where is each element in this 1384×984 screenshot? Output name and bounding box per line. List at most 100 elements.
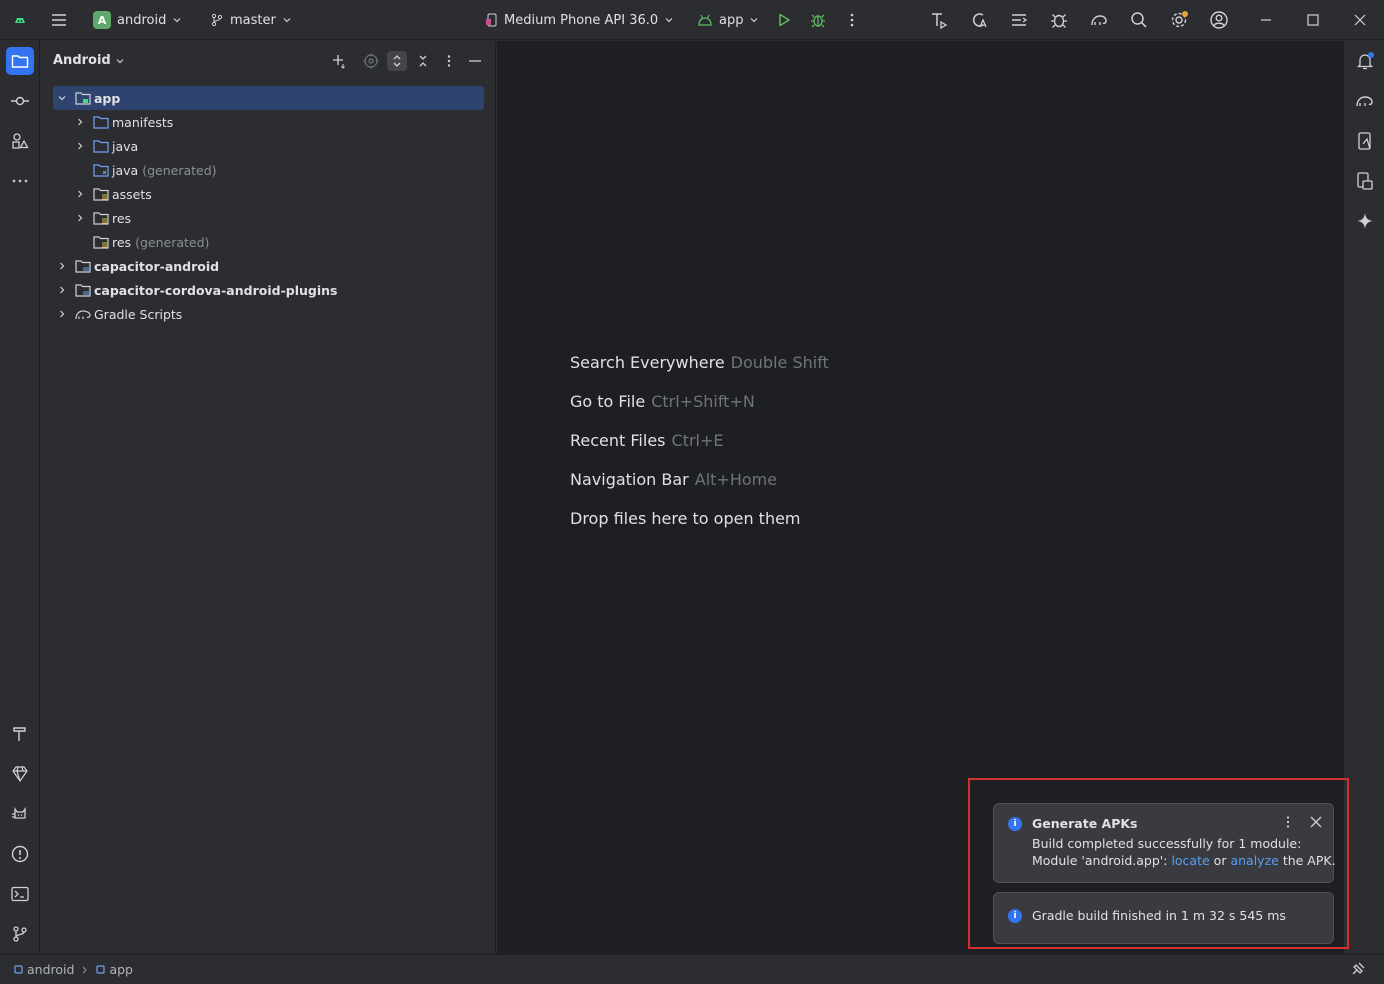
problems-tool-button[interactable] xyxy=(6,840,34,868)
run-icon[interactable] xyxy=(772,8,796,32)
hint-recent-files: Recent Files Ctrl+E xyxy=(570,431,723,450)
project-badge: A xyxy=(93,11,111,29)
profiler-icon[interactable] xyxy=(1047,8,1071,32)
terminal-tool-button[interactable] xyxy=(6,880,34,908)
chevron-right-icon[interactable] xyxy=(72,186,88,202)
settings-gear-icon[interactable] xyxy=(1167,8,1191,32)
gemini-ai-tool-button[interactable] xyxy=(1352,208,1378,234)
tree-item-res[interactable]: res xyxy=(53,206,484,230)
commit-tool-button[interactable] xyxy=(6,87,34,115)
run-config-selector[interactable]: app xyxy=(697,0,759,40)
search-icon[interactable] xyxy=(1127,8,1151,32)
build-icon[interactable] xyxy=(927,8,951,32)
project-view-selector[interactable]: Android xyxy=(53,53,125,68)
close-window-icon[interactable] xyxy=(1348,8,1372,32)
chevron-right-icon[interactable] xyxy=(54,306,70,322)
module-folder-icon xyxy=(74,90,92,106)
tree-item-capacitor-android[interactable]: capacitor-android xyxy=(53,254,484,278)
right-tool-strip xyxy=(1343,41,1384,954)
running-devices-icon xyxy=(1357,172,1373,190)
minimize-icon[interactable] xyxy=(1254,8,1278,32)
resource-manager-tool-button[interactable] xyxy=(6,127,34,155)
sync-project-icon[interactable] xyxy=(1007,8,1031,32)
logcat-tool-button[interactable] xyxy=(6,800,34,828)
maximize-icon[interactable] xyxy=(1301,8,1325,32)
tree-label: Gradle Scripts xyxy=(94,306,183,322)
tree-item-gradle-scripts[interactable]: Gradle Scripts xyxy=(53,302,484,326)
project-panel: Android app manifests java java (generat… xyxy=(41,41,496,954)
chevron-down-icon xyxy=(751,18,758,23)
generated-folder-icon xyxy=(92,162,110,178)
bell-notification-icon xyxy=(1356,52,1374,70)
tree-item-manifests[interactable]: manifests xyxy=(53,110,484,134)
analyze-link[interactable]: analyze xyxy=(1230,853,1278,868)
expand-collapse-icon[interactable] xyxy=(387,51,407,71)
project-tool-button[interactable] xyxy=(6,47,34,75)
hint-navigation-bar: Navigation Bar Alt+Home xyxy=(570,470,777,489)
tree-item-assets[interactable]: assets xyxy=(53,182,484,206)
running-devices-tool-button[interactable] xyxy=(1352,168,1378,194)
chevron-right-icon[interactable] xyxy=(72,138,88,154)
breadcrumb-item-android[interactable]: android xyxy=(27,962,74,977)
notification-module-text: Module 'android.app': xyxy=(1032,853,1168,868)
hint-shortcut: Double Shift xyxy=(730,353,829,372)
branch-selector[interactable]: master xyxy=(210,0,292,40)
device-selector[interactable]: Medium Phone API 36.0 xyxy=(486,0,674,40)
hint-drop-files: Drop files here to open them xyxy=(570,509,801,528)
git-branch-icon xyxy=(211,13,223,27)
notification-generate-apks[interactable]: i Generate APKs Build completed successf… xyxy=(993,803,1336,883)
chevron-down-icon[interactable] xyxy=(54,90,70,106)
power-save-icon[interactable] xyxy=(1350,961,1366,977)
panel-options-icon[interactable] xyxy=(439,51,459,71)
chevron-down-icon xyxy=(116,58,124,63)
tree-item-app[interactable]: app xyxy=(53,86,484,110)
gemini-tool-button[interactable] xyxy=(6,760,34,788)
more-horizontal-icon xyxy=(12,179,28,183)
tree-item-java[interactable]: java xyxy=(53,134,484,158)
chevron-right-icon[interactable] xyxy=(54,282,70,298)
collapse-all-icon[interactable] xyxy=(413,51,433,71)
version-control-tool-button[interactable] xyxy=(6,920,34,948)
device-manager-tool-button[interactable] xyxy=(1352,128,1378,154)
main-menu-icon[interactable] xyxy=(47,8,71,32)
source-folder-icon xyxy=(92,138,110,154)
chevron-right-icon[interactable] xyxy=(54,258,70,274)
more-actions-icon[interactable] xyxy=(840,8,864,32)
tree-item-java-generated[interactable]: java (generated) xyxy=(53,158,484,182)
notification-gradle-build[interactable]: i Gradle build finished in 1 m 32 s 545 … xyxy=(993,892,1334,944)
notification-line2: Module 'android.app': locate or analyze … xyxy=(1032,853,1336,868)
project-name: android xyxy=(117,12,167,28)
account-icon[interactable] xyxy=(1207,8,1231,32)
resource-folder-icon xyxy=(92,210,110,226)
chevron-right-icon[interactable] xyxy=(72,114,88,130)
library-module-icon xyxy=(74,258,92,274)
notification-gradle-text: Gradle build finished in 1 m 32 s 545 ms xyxy=(1032,908,1286,923)
more-tools-button[interactable] xyxy=(6,167,34,195)
gradle-elephant-icon[interactable] xyxy=(1087,8,1111,32)
tree-label: java xyxy=(112,138,139,154)
chevron-right-icon[interactable] xyxy=(72,210,88,226)
device-name: Medium Phone API 36.0 xyxy=(504,12,659,28)
tree-item-res-generated[interactable]: res (generated) xyxy=(53,230,484,254)
logcat-icon xyxy=(12,806,26,819)
hide-panel-icon[interactable] xyxy=(465,51,485,71)
notification-close-icon[interactable] xyxy=(1307,813,1325,831)
notifications-highlight-frame: i Generate APKs Build completed successf… xyxy=(968,778,1349,949)
diamond-gem-icon xyxy=(12,766,28,783)
debug-icon[interactable] xyxy=(806,8,830,32)
project-selector[interactable]: A android xyxy=(93,0,182,40)
add-file-icon[interactable] xyxy=(329,51,349,71)
locate-file-icon[interactable] xyxy=(361,51,381,71)
tree-label: res xyxy=(112,234,132,250)
locate-link[interactable]: locate xyxy=(1171,853,1209,868)
notification-options-icon[interactable] xyxy=(1280,814,1296,830)
notifications-tool-button[interactable] xyxy=(1352,48,1378,74)
build-tool-button[interactable] xyxy=(6,720,34,748)
breadcrumb-item-app[interactable]: app xyxy=(109,962,133,977)
tree-item-capacitor-cordova-android-plugins[interactable]: capacitor-cordova-android-plugins xyxy=(53,278,484,302)
gradle-tool-button[interactable] xyxy=(1352,88,1378,114)
apply-changes-icon[interactable] xyxy=(967,8,991,32)
folder-icon xyxy=(11,55,29,68)
tree-label: app xyxy=(94,90,121,106)
notification-title: Generate APKs xyxy=(1032,816,1138,831)
